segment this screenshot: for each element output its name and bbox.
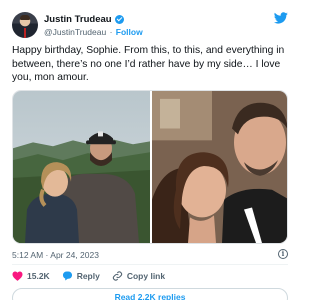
link-icon — [112, 271, 122, 281]
avatar-tie — [24, 28, 26, 38]
like-button[interactable]: 15.2K — [12, 271, 50, 281]
divider — [12, 264, 288, 265]
tweet-actions: 15.2K Reply Copy link — [12, 268, 177, 284]
reply-button[interactable]: Reply — [62, 271, 100, 281]
like-count: 15.2K — [27, 271, 50, 281]
reply-icon — [62, 271, 72, 281]
photo-left-outdoor[interactable] — [13, 91, 150, 243]
copy-link-label: Copy link — [126, 271, 166, 281]
author-name[interactable]: Justin Trudeau — [44, 14, 112, 25]
tweet-text: Happy birthday, Sophie. From this, to th… — [12, 45, 285, 83]
read-replies-button[interactable]: Read 2.2K replies — [12, 288, 288, 300]
verified-badge-icon — [114, 14, 124, 24]
author-handle[interactable]: @JustinTrudeau — [44, 27, 106, 37]
author-avatar[interactable] — [12, 12, 38, 38]
tweet-timestamp[interactable]: 5:12 AM · Apr 24, 2023 — [12, 250, 99, 260]
avatar-hair — [20, 15, 30, 20]
author-info: Justin Trudeau @JustinTrudeau · Follow — [44, 13, 143, 38]
separator-dot: · — [109, 27, 113, 37]
twitter-bird-icon[interactable] — [274, 12, 288, 24]
info-icon[interactable] — [278, 249, 288, 259]
tweet-media[interactable] — [12, 90, 288, 244]
copy-link-button[interactable]: Copy link — [112, 271, 165, 281]
follow-button[interactable]: Follow — [116, 27, 143, 37]
heart-icon — [12, 271, 23, 281]
reply-label: Reply — [76, 271, 100, 281]
author-name-row: Justin Trudeau — [44, 13, 143, 25]
photo-right-indoor[interactable] — [152, 91, 288, 243]
tweet-header: Justin Trudeau @JustinTrudeau · Follow — [12, 12, 288, 42]
tweet-card: Justin Trudeau @JustinTrudeau · Follow H… — [0, 0, 300, 300]
author-handle-row: @JustinTrudeau · Follow — [44, 27, 143, 37]
